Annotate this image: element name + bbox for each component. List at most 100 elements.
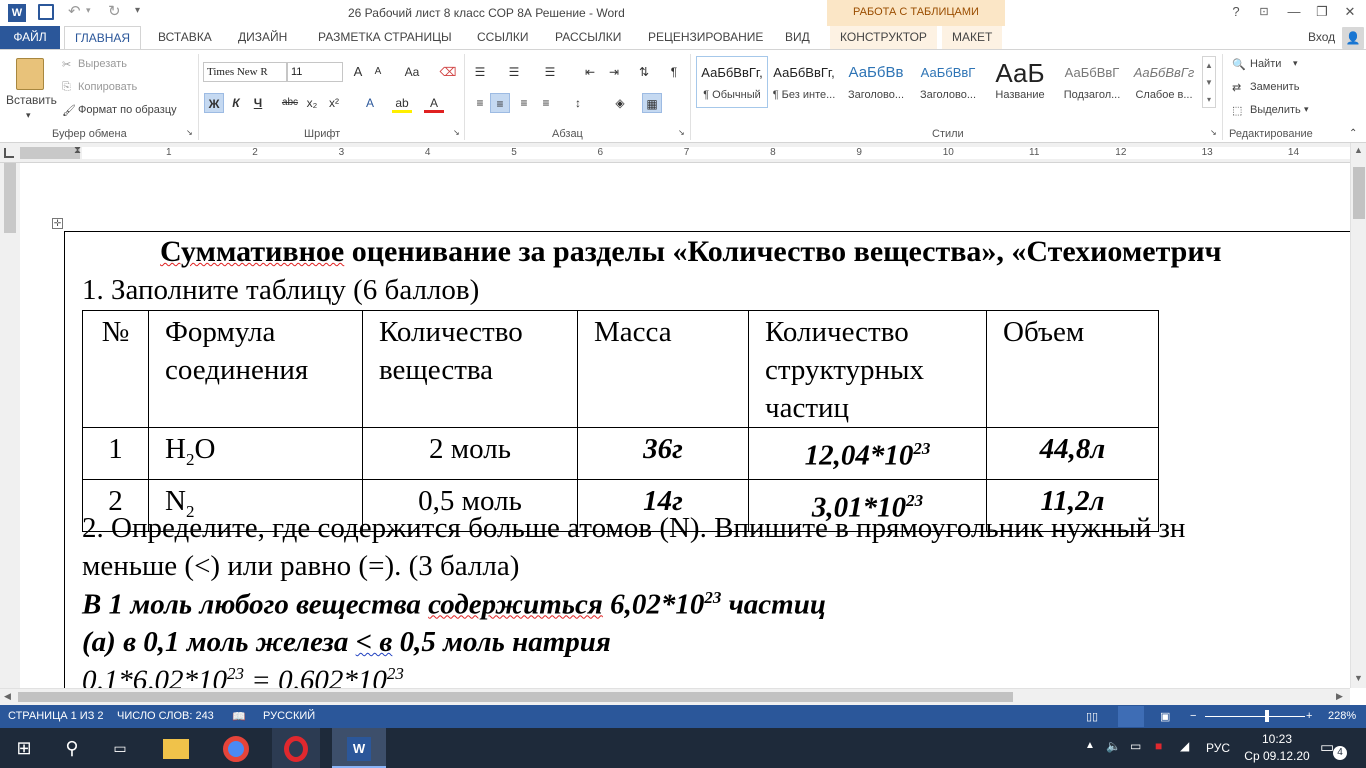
tab-layout[interactable]: РАЗМЕТКА СТРАНИЦЫ bbox=[308, 26, 462, 49]
vertical-scroll-thumb[interactable] bbox=[1353, 167, 1365, 219]
word-count[interactable]: ЧИСЛО СЛОВ: 243 bbox=[117, 710, 214, 722]
clock-date[interactable]: Ср 09.12.20 bbox=[1240, 749, 1314, 763]
styles-launcher-icon[interactable]: ↘ bbox=[1210, 128, 1217, 137]
cut-icon[interactable]: ✂ bbox=[62, 58, 71, 71]
bullets-icon[interactable]: ☰ bbox=[470, 62, 490, 82]
paragraph-launcher-icon[interactable]: ↘ bbox=[678, 128, 685, 137]
find-dropdown-icon[interactable]: ▾ bbox=[1293, 58, 1298, 69]
zoom-out-icon[interactable]: − bbox=[1190, 710, 1196, 722]
clear-format-icon[interactable]: ⌫ bbox=[438, 62, 458, 82]
language[interactable]: РУССКИЙ bbox=[263, 710, 315, 722]
superscript-button[interactable]: x² bbox=[324, 93, 344, 113]
justify-icon[interactable]: ≡ bbox=[536, 93, 556, 113]
restore-button[interactable]: ❐ bbox=[1308, 0, 1336, 26]
grow-font-icon[interactable]: A bbox=[348, 62, 368, 82]
format-painter-button[interactable]: Формат по образцу bbox=[78, 104, 177, 116]
strikethrough-button[interactable]: abc bbox=[280, 93, 300, 113]
underline-button[interactable]: Ч bbox=[248, 93, 268, 113]
style-no-spacing[interactable]: АаБбВвГг, ¶ Без инте... bbox=[768, 56, 840, 108]
header-cell-formula[interactable]: Формула соединения bbox=[148, 310, 363, 428]
font-name-combo[interactable]: Times New R bbox=[203, 62, 287, 82]
word-app-icon[interactable]: W bbox=[8, 4, 26, 22]
tab-constructor[interactable]: КОНСТРУКТОР bbox=[830, 26, 937, 49]
header-cell-particles[interactable]: Количество структурных частиц bbox=[748, 310, 987, 428]
paste-button[interactable]: Вставить bbox=[6, 93, 57, 107]
scroll-left-icon[interactable]: ◀ bbox=[4, 691, 11, 702]
align-right-icon[interactable]: ≡ bbox=[514, 93, 534, 113]
chrome-icon[interactable] bbox=[212, 728, 260, 768]
clock-time[interactable]: 10:23 bbox=[1253, 732, 1301, 746]
replace-button[interactable]: Заменить bbox=[1250, 81, 1299, 93]
start-icon[interactable]: ⊞ bbox=[0, 728, 48, 768]
decrease-indent-icon[interactable]: ⇤ bbox=[580, 62, 600, 82]
tab-file[interactable]: ФАЙЛ bbox=[0, 26, 60, 49]
borders-icon[interactable]: ▦ bbox=[642, 93, 662, 113]
replace-icon[interactable]: ⇄ bbox=[1232, 81, 1241, 94]
signin-link[interactable]: Вход bbox=[1298, 26, 1345, 49]
font-launcher-icon[interactable]: ↘ bbox=[453, 128, 460, 137]
read-mode-icon[interactable]: ▯▯ bbox=[1086, 710, 1098, 723]
header-cell-num[interactable]: № bbox=[82, 310, 149, 428]
row1-formula[interactable]: H2O bbox=[148, 427, 363, 480]
header-cell-amount[interactable]: Количество вещества bbox=[362, 310, 578, 428]
save-icon[interactable] bbox=[38, 4, 54, 20]
style-title[interactable]: АаБ Название bbox=[984, 56, 1056, 108]
select-button[interactable]: Выделить bbox=[1250, 104, 1301, 116]
row1-num[interactable]: 1 bbox=[82, 427, 149, 480]
select-dropdown-icon[interactable]: ▾ bbox=[1304, 104, 1309, 115]
input-language[interactable]: РУС bbox=[1206, 741, 1230, 755]
style-heading-2[interactable]: АаБбВвГ Заголово... bbox=[912, 56, 984, 108]
tab-selector-icon[interactable] bbox=[4, 148, 14, 158]
paste-icon[interactable] bbox=[16, 58, 44, 90]
scroll-right-icon[interactable]: ▶ bbox=[1336, 691, 1343, 702]
shrink-font-icon[interactable]: A bbox=[368, 62, 388, 82]
qat-customize-icon[interactable]: ▾ bbox=[135, 5, 140, 16]
scroll-down-icon[interactable]: ▼ bbox=[1354, 673, 1363, 683]
align-center-icon[interactable]: ≡ bbox=[490, 93, 510, 113]
data-table[interactable]: № Формула соединения Количество вещества М… bbox=[82, 310, 1159, 532]
user-avatar[interactable]: 👤 bbox=[1342, 27, 1364, 49]
shading-icon[interactable]: ◈ bbox=[610, 93, 630, 113]
opera-icon[interactable] bbox=[272, 728, 320, 768]
word-taskbar-icon[interactable]: W bbox=[332, 728, 386, 768]
multilevel-list-icon[interactable]: ☰ bbox=[540, 62, 560, 82]
cut-button[interactable]: Вырезать bbox=[78, 58, 127, 70]
tab-home[interactable]: ГЛАВНАЯ bbox=[64, 26, 142, 50]
sort-icon[interactable]: ⇅ bbox=[634, 62, 654, 82]
row1-mass[interactable]: 36г bbox=[577, 427, 749, 480]
row1-volume[interactable]: 44,8л bbox=[986, 427, 1159, 480]
style-subtle-emphasis[interactable]: АаБбВвГг Слабое в... bbox=[1128, 56, 1200, 108]
horizontal-ruler[interactable]: ⧗ 1 2 3 4 5 6 7 8 9 10 11 12 13 14 bbox=[0, 143, 1350, 163]
scroll-up-icon[interactable]: ▲ bbox=[1354, 145, 1363, 155]
horizontal-scrollbar[interactable]: ◀ ▶ bbox=[0, 688, 1350, 705]
proofing-icon[interactable]: 📖 bbox=[232, 710, 246, 723]
document-page[interactable]: ✛ Суммативное оценивание за разделы «Кол… bbox=[20, 163, 1350, 688]
horizontal-scroll-thumb[interactable] bbox=[18, 692, 1013, 702]
zoom-slider[interactable] bbox=[1205, 716, 1305, 717]
highlight-icon[interactable]: ab bbox=[392, 93, 412, 113]
redo-icon[interactable]: ↻ bbox=[108, 2, 121, 20]
align-left-icon[interactable]: ≡ bbox=[470, 93, 490, 113]
tab-table-layout[interactable]: МАКЕТ bbox=[942, 26, 1003, 49]
zoom-in-icon[interactable]: + bbox=[1306, 710, 1312, 722]
row1-particles[interactable]: 12,04*1023 bbox=[748, 427, 987, 480]
tab-references[interactable]: ССЫЛКИ bbox=[467, 26, 538, 49]
clipboard-launcher-icon[interactable]: ↘ bbox=[186, 128, 193, 137]
network-icon[interactable]: ◢ bbox=[1180, 739, 1189, 753]
tab-review[interactable]: РЕЦЕНЗИРОВАНИЕ bbox=[638, 26, 773, 49]
tab-insert[interactable]: ВСТАВКА bbox=[148, 26, 222, 49]
row1-amount[interactable]: 2 моль bbox=[362, 427, 578, 480]
font-size-combo[interactable]: 11 bbox=[287, 62, 343, 82]
format-painter-icon[interactable]: 🖌 bbox=[62, 104, 76, 117]
paste-dropdown-icon[interactable]: ▾ bbox=[26, 110, 31, 121]
style-normal[interactable]: АаБбВвГг, ¶ Обычный bbox=[696, 56, 768, 108]
volume-icon[interactable]: 🔈 bbox=[1106, 739, 1121, 753]
styles-scroll-icon[interactable]: ▲ ▼ ▾ bbox=[1202, 56, 1216, 108]
search-icon[interactable]: ⚲ bbox=[48, 728, 96, 768]
task-view-icon[interactable]: ▭ bbox=[96, 728, 144, 768]
undo-icon[interactable]: ↶ bbox=[68, 2, 81, 20]
subscript-button[interactable]: x₂ bbox=[302, 93, 322, 113]
header-cell-mass[interactable]: Масса bbox=[577, 310, 749, 428]
vertical-scrollbar[interactable]: ▲ ▼ bbox=[1350, 143, 1366, 688]
zoom-level[interactable]: 228% bbox=[1328, 710, 1356, 722]
